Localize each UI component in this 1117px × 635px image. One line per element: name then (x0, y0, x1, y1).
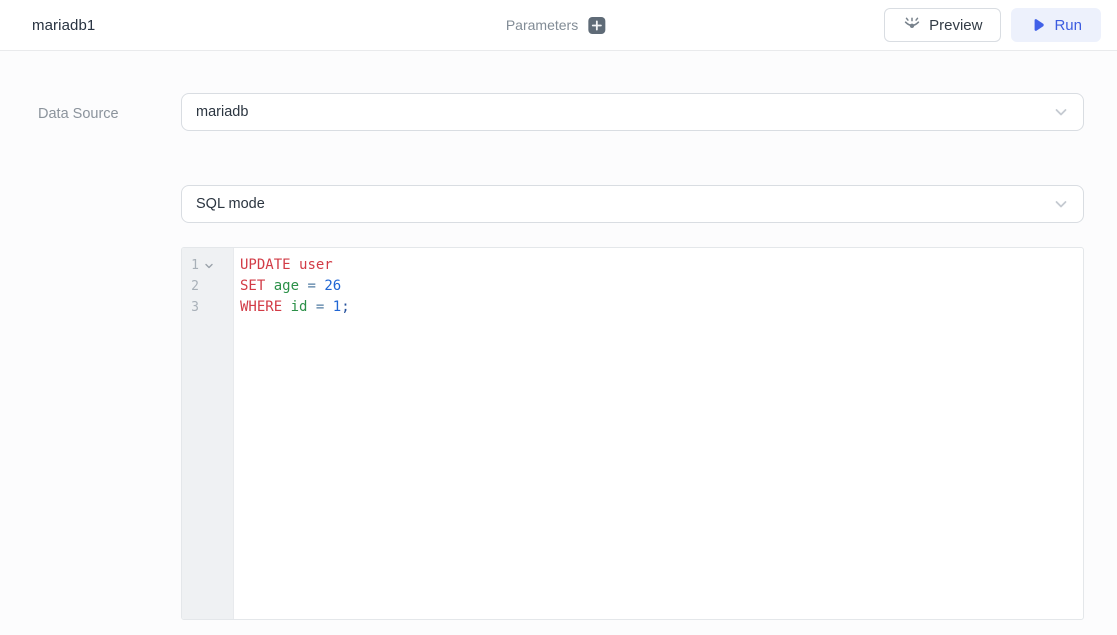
code-line[interactable]: UPDATE user (240, 255, 1083, 276)
code-token: UPDATE (240, 257, 291, 273)
chevron-down-icon (1053, 196, 1069, 212)
code-token: user (299, 257, 333, 273)
page-title: mariadb1 (32, 17, 95, 34)
top-bar: mariadb1 Parameters Preview (0, 0, 1117, 51)
parameters-group: Parameters (506, 0, 605, 50)
editor-code[interactable]: UPDATE userSET age = 26WHERE id = 1; (234, 248, 1083, 619)
eye-icon (903, 16, 921, 34)
gutter-row: 2 (182, 276, 233, 297)
code-token: = (307, 278, 315, 294)
fold-spacer (202, 301, 216, 315)
code-token (282, 299, 290, 315)
data-source-label: Data Source (38, 106, 119, 122)
code-token: age (274, 278, 299, 294)
code-line[interactable]: SET age = 26 (240, 276, 1083, 297)
parameters-label: Parameters (506, 17, 578, 33)
fold-chevron-down-icon[interactable] (202, 259, 216, 273)
code-token (265, 278, 273, 294)
add-parameter-button[interactable] (588, 17, 605, 34)
code-token (324, 299, 332, 315)
run-button-label: Run (1054, 17, 1082, 34)
line-number: 2 (189, 279, 199, 294)
preview-button-label: Preview (929, 17, 982, 34)
code-line[interactable]: WHERE id = 1; (240, 297, 1083, 318)
gutter-row: 3 (182, 297, 233, 318)
editor-gutter: 1 2 3 (182, 248, 234, 619)
code-token: 26 (324, 278, 341, 294)
query-mode-select[interactable]: SQL mode (181, 185, 1084, 223)
run-button[interactable]: Run (1011, 8, 1101, 42)
toolbar-actions: Preview Run (884, 8, 1101, 42)
data-source-select[interactable]: mariadb (181, 93, 1084, 131)
sql-editor[interactable]: 123 UPDATE userSET age = 26WHERE id = 1; (181, 247, 1084, 620)
code-token: id (291, 299, 308, 315)
plus-icon (591, 20, 602, 31)
code-token: ; (341, 299, 349, 315)
code-token (307, 299, 315, 315)
fold-spacer (202, 280, 216, 294)
preview-button[interactable]: Preview (884, 8, 1001, 42)
code-token: 1 (333, 299, 341, 315)
gutter-row: 1 (182, 255, 233, 276)
query-mode-value: SQL mode (196, 196, 1053, 212)
chevron-down-icon (1053, 104, 1069, 120)
data-source-value: mariadb (196, 104, 1053, 120)
play-icon (1030, 17, 1046, 33)
line-number: 1 (189, 258, 199, 273)
line-number: 3 (189, 300, 199, 315)
code-token: WHERE (240, 299, 282, 315)
code-token (291, 257, 299, 273)
code-token: SET (240, 278, 265, 294)
